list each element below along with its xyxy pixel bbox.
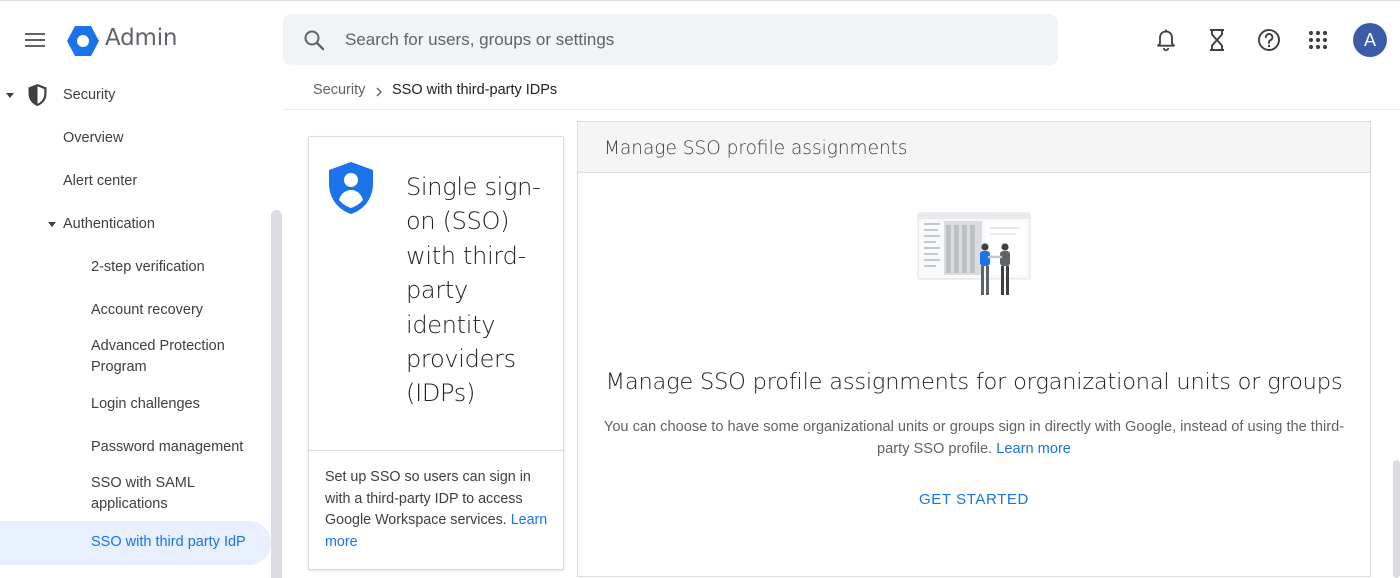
sidebar-item-sso-third-party[interactable]: SSO with third party IdP: [91, 532, 246, 553]
expand-security-icon[interactable]: [6, 93, 14, 98]
top-border: [0, 0, 1400, 6]
panel-learn-more-link[interactable]: Learn more: [996, 441, 1071, 457]
sidebar-item-sso-saml[interactable]: SSO with SAML applications: [91, 473, 221, 515]
page-scrollbar[interactable]: [1393, 460, 1400, 578]
help-button[interactable]: [1253, 24, 1285, 56]
get-started-button[interactable]: GET STARTED: [919, 491, 1029, 508]
panel-description-text: You can choose to have some organization…: [603, 419, 1345, 457]
sidebar-item-advanced-protection[interactable]: Advanced Protection Program: [91, 336, 251, 378]
chevron-right-icon: [376, 87, 382, 97]
card-divider: [309, 450, 563, 451]
breadcrumb-security[interactable]: Security: [313, 82, 365, 98]
admin-logo[interactable]: [66, 24, 100, 58]
sidebar-item-account-recovery[interactable]: Account recovery: [91, 300, 203, 321]
breadcrumb-divider: [283, 109, 1400, 110]
sidebar-item-password-management[interactable]: Password management: [91, 437, 243, 458]
tasks-button[interactable]: [1201, 24, 1233, 56]
sidebar-item-alert-center[interactable]: Alert center: [63, 171, 137, 192]
sidebar-item-overview[interactable]: Overview: [63, 128, 123, 149]
menu-icon: [25, 33, 45, 47]
sso-shield-icon: [329, 162, 373, 214]
card-title: Single sign-on (SSO) with third-party id…: [406, 173, 541, 408]
panel-header: Manage SSO profile assignments: [578, 122, 1370, 173]
main-menu-button[interactable]: [19, 24, 51, 56]
people-handshake-illustration: [917, 212, 1031, 295]
sso-info-card: Single sign-on (SSO) with third-party id…: [308, 136, 564, 570]
search-icon: [304, 30, 325, 50]
sso-assignments-panel: Manage SSO profile assignments Manage SS…: [577, 121, 1371, 577]
panel-heading: Manage SSO profile assignments for organ…: [605, 369, 1343, 395]
search-input[interactable]: [345, 29, 1025, 50]
get-started-row: GET STARTED: [578, 491, 1370, 509]
panel-description: You can choose to have some organization…: [594, 416, 1354, 460]
sidebar-scrollbar[interactable]: [271, 210, 282, 578]
notifications-button[interactable]: [1150, 24, 1182, 56]
panel-title: Manage SSO profile assignments: [604, 138, 908, 159]
account-avatar[interactable]: A: [1353, 23, 1387, 57]
help-icon: [1258, 29, 1280, 51]
sidebar-item-authentication[interactable]: Authentication: [63, 214, 155, 235]
notifications-icon: [1157, 29, 1175, 52]
card-description-text: Set up SSO so users can sign in with a t…: [325, 469, 531, 529]
apps-button[interactable]: [1302, 24, 1334, 56]
sidebar-nav: Security Overview Alert center Authentic…: [0, 72, 283, 578]
apps-icon: [1308, 30, 1328, 50]
search-button[interactable]: [283, 14, 345, 65]
sidebar-item-security[interactable]: Security: [63, 85, 115, 106]
card-description: Set up SSO so users can sign in with a t…: [325, 467, 555, 553]
tasks-icon: [1210, 29, 1224, 51]
sidebar-item-login-challenges[interactable]: Login challenges: [91, 394, 200, 415]
expand-authentication-icon[interactable]: [48, 222, 56, 227]
search-bar[interactable]: [283, 14, 1058, 65]
breadcrumb-current: SSO with third-party IDPs: [392, 82, 558, 98]
product-name[interactable]: Admin: [105, 25, 178, 51]
shield-icon: [28, 84, 47, 106]
sidebar-item-2-step-verification[interactable]: 2-step verification: [91, 257, 205, 278]
